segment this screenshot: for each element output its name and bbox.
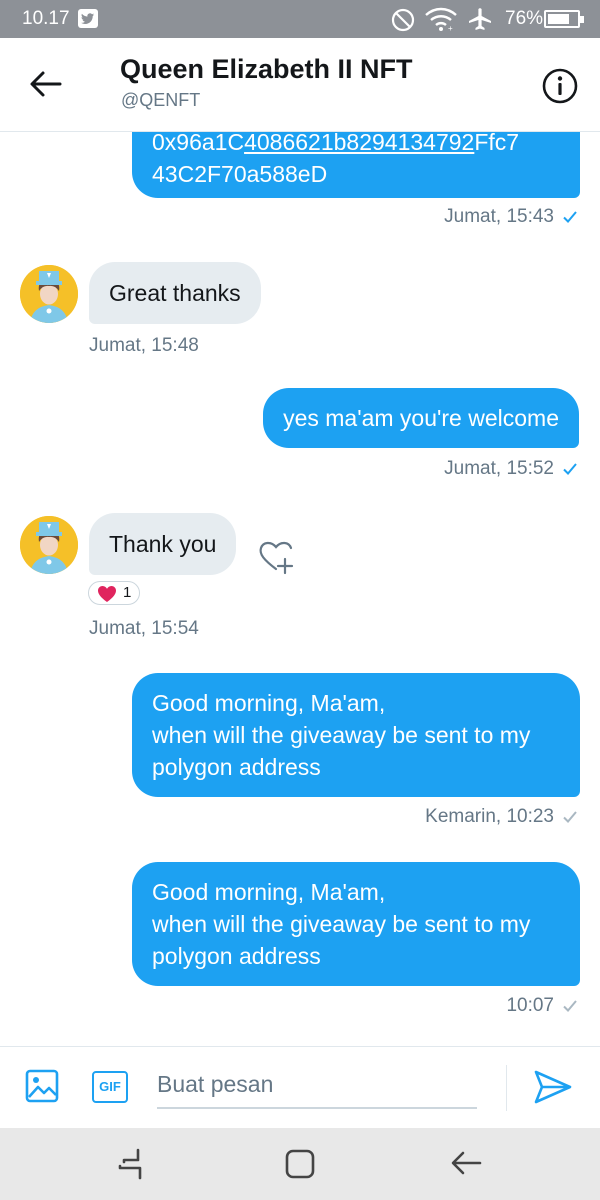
conversation-title[interactable]: Queen Elizabeth II NFT bbox=[120, 54, 413, 85]
message-text: Great thanks bbox=[109, 280, 241, 306]
battery-level bbox=[548, 14, 569, 24]
message-text: yes ma'am you're welcome bbox=[283, 405, 559, 431]
airplane-icon bbox=[466, 6, 494, 37]
message-bubble-incoming[interactable]: Great thanks bbox=[89, 262, 261, 324]
image-icon[interactable] bbox=[25, 1069, 59, 1103]
message-input[interactable] bbox=[157, 1061, 477, 1109]
avatar[interactable] bbox=[20, 265, 78, 323]
message-text: Thank you bbox=[109, 531, 217, 557]
message-line: polygon address bbox=[152, 754, 321, 780]
timestamp-text: Kemarin, 10:23 bbox=[425, 806, 554, 827]
status-bar: 10.17 + 76% bbox=[0, 0, 600, 38]
message-timestamp: Jumat, 15:48 bbox=[89, 335, 199, 357]
message-text: 0x96a1C bbox=[152, 132, 245, 155]
add-reaction-icon[interactable] bbox=[256, 537, 296, 580]
twitter-icon bbox=[78, 9, 98, 28]
dnd-icon bbox=[390, 7, 416, 38]
battery-percent: 76% bbox=[505, 8, 544, 29]
message-line: when will the giveaway be sent to my bbox=[152, 722, 531, 748]
message-timestamp: Jumat, 15:43 bbox=[444, 206, 578, 230]
gif-button[interactable]: GIF bbox=[92, 1071, 128, 1103]
info-icon[interactable] bbox=[542, 68, 578, 104]
home-icon[interactable] bbox=[284, 1148, 316, 1185]
wifi-icon: + bbox=[424, 6, 458, 37]
timestamp-text: Jumat, 15:52 bbox=[444, 458, 554, 479]
timestamp-text: Jumat, 15:54 bbox=[89, 618, 199, 639]
message-address-line: 0x96a1C4086621b8294134792Ffc7 bbox=[152, 132, 560, 158]
message-line: Good morning, Ma'am, bbox=[152, 690, 386, 716]
svg-text:+: + bbox=[448, 24, 453, 32]
conversation-header: Queen Elizabeth II NFT @QENFT bbox=[0, 38, 600, 132]
message-bubble-outgoing[interactable]: 0x96a1C4086621b8294134792Ffc7 43C2F70a58… bbox=[132, 132, 580, 198]
heart-icon bbox=[97, 585, 117, 608]
message-bubble-outgoing[interactable]: Good morning, Ma'am, when will the givea… bbox=[132, 862, 580, 986]
message-bubble-outgoing[interactable]: yes ma'am you're welcome bbox=[263, 388, 579, 448]
timestamp-text: Jumat, 15:43 bbox=[444, 206, 554, 227]
sent-check-icon bbox=[562, 997, 578, 1019]
back-arrow-icon[interactable] bbox=[28, 68, 64, 100]
avatar[interactable] bbox=[20, 516, 78, 574]
timestamp-text: 10:07 bbox=[506, 995, 554, 1016]
message-timestamp: Jumat, 15:54 bbox=[89, 618, 199, 640]
message-bubble-outgoing[interactable]: Good morning, Ma'am, when will the givea… bbox=[132, 673, 580, 797]
message-address-line: 43C2F70a588eD bbox=[152, 161, 328, 187]
message-list[interactable]: 0x96a1C4086621b8294134792Ffc7 43C2F70a58… bbox=[0, 132, 600, 1046]
message-bubble-incoming[interactable]: Thank you bbox=[89, 513, 237, 575]
back-nav-icon[interactable] bbox=[450, 1150, 484, 1181]
timestamp-text: Jumat, 15:48 bbox=[89, 335, 199, 356]
composer-divider bbox=[506, 1065, 507, 1111]
message-line: polygon address bbox=[152, 943, 321, 969]
system-nav-bar bbox=[0, 1128, 600, 1200]
reaction-count: 1 bbox=[123, 584, 132, 601]
recents-icon[interactable] bbox=[116, 1146, 148, 1187]
message-timestamp: Jumat, 15:52 bbox=[444, 458, 578, 482]
message-composer: GIF bbox=[0, 1046, 600, 1128]
read-check-icon bbox=[562, 208, 578, 230]
battery-icon bbox=[544, 10, 584, 28]
reaction-badge[interactable]: 1 bbox=[88, 581, 140, 605]
status-time: 10.17 bbox=[22, 8, 70, 29]
message-line: Good morning, Ma'am, bbox=[152, 879, 386, 905]
message-line: when will the giveaway be sent to my bbox=[152, 911, 531, 937]
message-text: Ffc7 bbox=[474, 132, 520, 155]
send-icon[interactable] bbox=[533, 1069, 573, 1105]
message-timestamp: 10:07 bbox=[506, 995, 578, 1019]
sent-check-icon bbox=[562, 808, 578, 830]
conversation-handle: @QENFT bbox=[121, 90, 201, 110]
message-timestamp: Kemarin, 10:23 bbox=[425, 806, 578, 830]
read-check-icon bbox=[562, 460, 578, 482]
address-link[interactable]: 4086621b8294134792 bbox=[244, 132, 474, 155]
